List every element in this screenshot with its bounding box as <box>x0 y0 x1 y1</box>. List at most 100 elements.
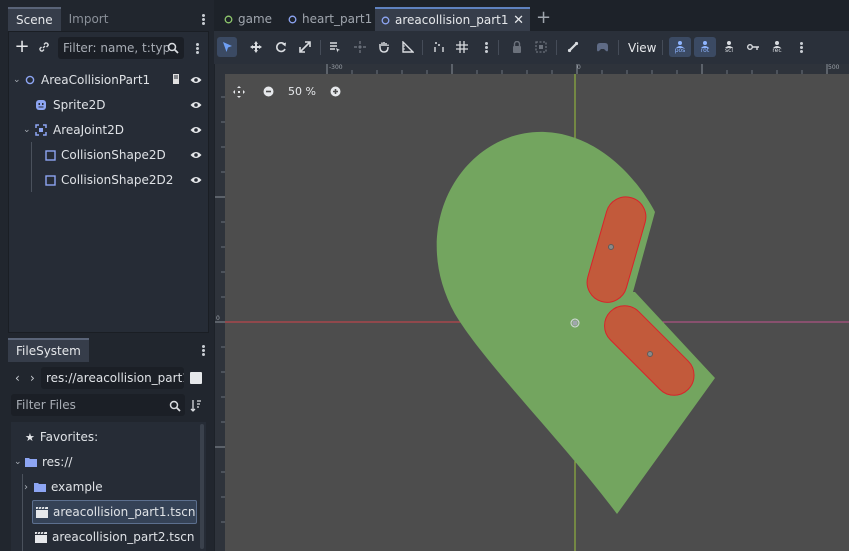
tree-label: AreaJoint2D <box>53 123 125 137</box>
split-view-icon[interactable] <box>190 372 202 384</box>
grid-snap-button[interactable] <box>452 37 472 57</box>
file-tree: ★ Favorites: ⌄ res:// › example areacoll… <box>11 422 206 551</box>
toolbar-separator <box>422 40 423 55</box>
scale-mode-button[interactable] <box>295 37 315 57</box>
visibility-eye-icon[interactable] <box>190 126 202 134</box>
camera-override-button[interactable] <box>592 37 612 57</box>
star-icon: ★ <box>25 430 35 444</box>
pivot-mode-button[interactable] <box>350 37 370 57</box>
key-scale-button[interactable]: scl <box>718 37 740 57</box>
filter-files-input[interactable]: Filter Files <box>11 394 185 416</box>
scene-dock-menu-icon[interactable] <box>198 11 208 27</box>
hand-icon <box>379 42 389 53</box>
toolbar-separator <box>662 40 663 55</box>
key-rec-label: rec <box>772 46 782 54</box>
chevron-down-icon[interactable]: ⌄ <box>23 125 33 135</box>
collision-shape-icon <box>45 149 56 161</box>
scene-tree-panel: + Filter: name, t:typ ⌄ AreaCollisionPar… <box>8 31 209 333</box>
animation-menu-icon[interactable] <box>796 39 806 55</box>
toolbar-separator <box>556 40 557 55</box>
tab-heart-part1[interactable]: heart_part1 <box>284 7 376 31</box>
tree-item-collisionshape2d[interactable]: CollisionShape2D <box>45 143 195 167</box>
add-node-icon[interactable]: + <box>14 38 30 56</box>
list-select-icon <box>330 42 340 53</box>
move-icon <box>250 41 262 53</box>
scene-filter-placeholder: Filter: name, t:typ <box>63 41 171 55</box>
visibility-eye-icon[interactable] <box>190 176 202 184</box>
tab-areacollision-part1[interactable]: areacollision_part1 ✕ <box>375 7 530 31</box>
scene-icon <box>35 531 47 543</box>
script-icon[interactable] <box>171 73 181 85</box>
res-folder-item[interactable]: ⌄ res:// <box>14 450 72 474</box>
tab-import[interactable]: Import <box>61 7 117 31</box>
filesystem-menu-icon[interactable] <box>198 342 208 358</box>
visibility-eye-icon[interactable] <box>190 101 202 109</box>
tree-label: AreaCollisionPart1 <box>41 73 151 87</box>
rotate-mode-button[interactable] <box>271 37 291 57</box>
ruler-mode-button[interactable] <box>398 37 418 57</box>
tree-item-sprite2d[interactable]: Sprite2D <box>23 93 203 117</box>
scale-icon <box>299 41 311 53</box>
add-tab-icon[interactable]: + <box>536 8 551 28</box>
lock-icon <box>513 41 521 53</box>
toolbar-separator <box>618 40 619 55</box>
tab-game[interactable]: game <box>220 7 276 31</box>
scrollbar[interactable] <box>200 424 204 549</box>
insert-key-button[interactable] <box>743 37 763 57</box>
chevron-down-icon[interactable]: ⌄ <box>13 75 23 85</box>
tab-filesystem[interactable]: FileSystem <box>8 338 89 362</box>
file-item-selected[interactable]: areacollision_part1.tscn <box>32 500 197 524</box>
node2d-icon <box>288 15 297 23</box>
visibility-eye-icon[interactable] <box>190 151 202 159</box>
list-select-button[interactable] <box>325 37 345 57</box>
key-position-button[interactable]: pos <box>669 37 691 57</box>
tree-item-areajoint2d[interactable]: ⌄ AreaJoint2D <box>23 118 203 142</box>
filesystem-panel: ‹ › res://areacollision_part1 Filter Fil… <box>8 362 209 551</box>
pan-mode-button[interactable] <box>374 37 394 57</box>
path-field[interactable]: res://areacollision_part1 <box>41 367 184 389</box>
scene-icon <box>36 506 48 518</box>
tab-label: heart_part1 <box>302 12 373 26</box>
canvas-toolbar: View pos rot scl rec <box>214 31 849 64</box>
snap-options-menu-icon[interactable] <box>481 39 491 55</box>
canvas-viewport[interactable]: -300 0 500 0 50 % <box>215 64 849 551</box>
file-item[interactable]: areacollision_part2.tscn <box>35 525 194 549</box>
group-icon <box>535 41 547 53</box>
skeleton-button[interactable] <box>563 37 583 57</box>
key-pos-label: pos <box>674 46 686 54</box>
example-folder-item[interactable]: › example <box>24 475 103 499</box>
scene-filter-menu-icon[interactable] <box>192 40 202 56</box>
sort-icon[interactable] <box>190 399 202 412</box>
favorites-item[interactable]: ★ Favorites: <box>25 425 98 449</box>
left-dock: Scene Import + Filter: name, t:typ ⌄ Are… <box>0 0 214 551</box>
group-button[interactable] <box>531 37 551 57</box>
center-view-icon[interactable] <box>233 85 245 98</box>
folder-icon <box>34 483 46 492</box>
close-icon[interactable]: ✕ <box>513 13 524 28</box>
zoom-label[interactable]: 50 % <box>288 85 316 98</box>
lock-button[interactable] <box>507 37 527 57</box>
back-arrow-icon[interactable]: ‹ <box>15 371 20 385</box>
filesystem-tabs: FileSystem <box>8 338 208 362</box>
move-mode-button[interactable] <box>246 37 266 57</box>
node2d-icon <box>224 15 233 23</box>
auto-key-button[interactable]: rec <box>766 37 788 57</box>
path-text: res://areacollision_part1 <box>46 371 184 385</box>
file-label: areacollision_part2.tscn <box>52 530 195 544</box>
pivot-icon <box>354 41 366 53</box>
select-mode-button[interactable] <box>217 37 237 57</box>
view-menu-button[interactable]: View <box>623 39 661 57</box>
zoom-out-icon[interactable] <box>263 86 274 97</box>
forward-arrow-icon[interactable]: › <box>30 371 35 385</box>
scene-filter-input[interactable]: Filter: name, t:typ <box>58 37 184 59</box>
chevron-right-icon[interactable]: › <box>24 482 34 493</box>
chevron-down-icon[interactable]: ⌄ <box>14 457 25 467</box>
zoom-in-icon[interactable] <box>330 86 341 97</box>
visibility-eye-icon[interactable] <box>190 76 202 84</box>
tab-scene[interactable]: Scene <box>8 7 61 31</box>
key-rotation-button[interactable]: rot <box>694 37 716 57</box>
link-icon[interactable] <box>38 41 50 53</box>
tree-item-collisionshape2d2[interactable]: CollisionShape2D2 <box>45 168 195 192</box>
smart-snap-button[interactable] <box>429 37 449 57</box>
zoom-controls: 50 % <box>233 85 341 98</box>
